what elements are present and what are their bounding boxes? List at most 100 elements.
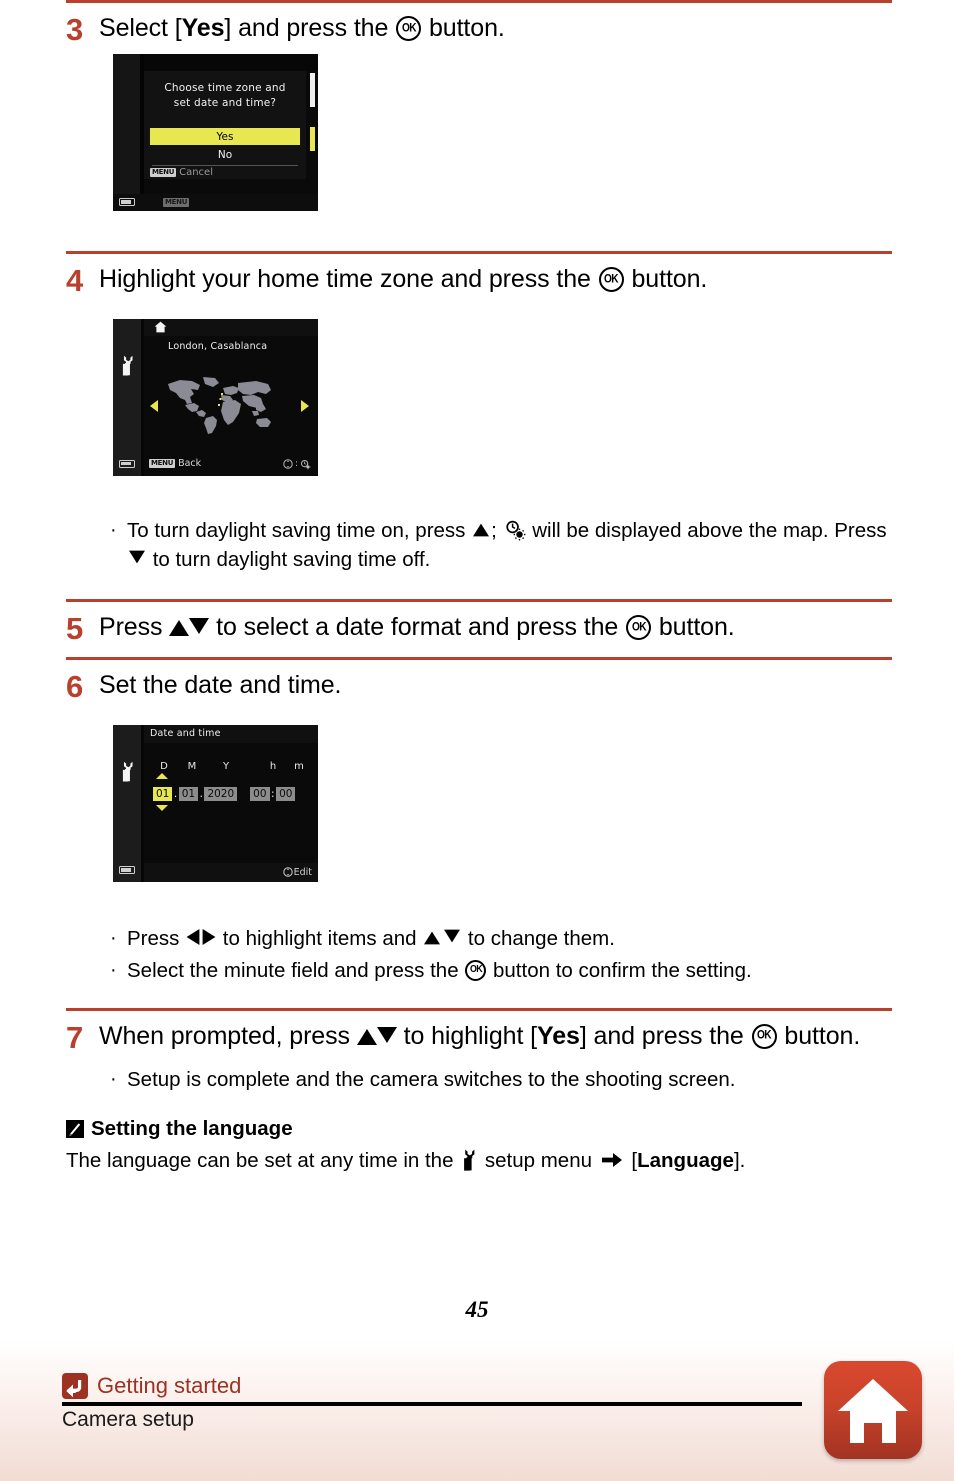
breadcrumb-rule (62, 1402, 802, 1406)
bullet-marker: · (110, 926, 117, 949)
screenshot-wrap-3: Date and time D M Y h m 01 . 01 . 2020 0… (0, 724, 954, 882)
bullet-setup-text: Setup is complete and the camera switche… (127, 1067, 736, 1091)
step-3-text-after: button. (422, 14, 505, 42)
bullet-marker: · (110, 1067, 117, 1090)
ok-button-icon (598, 267, 624, 293)
down-arrow-icon (129, 551, 145, 564)
month-field[interactable]: 01 (178, 786, 199, 802)
screen3-side-rail (113, 724, 141, 882)
screen1-scrollbar-upper[interactable] (310, 73, 315, 108)
bullet-hl-p2: to highlight items and (217, 926, 423, 950)
note-title-row: Setting the language (66, 1117, 892, 1141)
down-arrow-icon (444, 929, 461, 943)
screen3-rail-separator (141, 724, 144, 882)
timezone-prev-arrow[interactable] (150, 399, 158, 412)
ok-button-icon (465, 959, 487, 981)
screen3-column-headers: D M Y h m (153, 761, 310, 772)
step-3-text-mid: ] and press the (224, 14, 396, 42)
screenshot-wrap-2: London, Casablanca MENU Back: (0, 318, 954, 476)
battery-icon (119, 198, 135, 207)
breadcrumb[interactable]: Getting started (62, 1373, 802, 1399)
bullet-highlight-items: · Press to highlight items and to change… (110, 924, 892, 954)
bullet-minute-text: Select the minute field and press the bu… (127, 956, 892, 986)
screen2-back-hint: MENU Back (149, 458, 201, 469)
setup-menu-wrench-icon (122, 355, 133, 375)
step-7-number: 7 (66, 1019, 84, 1055)
screen1-scrollbar-thumb[interactable] (310, 127, 315, 152)
step-4: 4 Highlight your home time zone and pres… (0, 254, 954, 300)
daylight-saving-icon (301, 459, 311, 470)
bullet-dst-p3: will be displayed above the map. Press (526, 518, 887, 542)
camera-screen-date-time: Date and time D M Y h m 01 . 01 . 2020 0… (113, 724, 318, 882)
bullet-min-p2: button to confirm the setting. (487, 958, 752, 982)
step-3-number: 3 (66, 12, 84, 47)
down-arrow-icon (189, 618, 210, 635)
breadcrumb-label[interactable]: Getting started (97, 1373, 241, 1399)
step-4-text-before: Highlight your home time zone and press … (99, 265, 598, 294)
screen2-dst-hint: : (283, 459, 311, 470)
camera-screen-confirm-dialog: Choose time zone and set date and time? … (113, 54, 318, 212)
bullet-dst-text: To turn daylight saving time on, press ;… (127, 516, 892, 576)
col-year: Y (222, 760, 230, 772)
bullets-after-step-4: · To turn daylight saving time on, press… (0, 476, 954, 588)
menu-button-chip: MENU (150, 168, 177, 178)
footer-breadcrumb-block: Getting started Camera setup (62, 1373, 802, 1432)
screen3-date-time-fields: 01 . 01 . 2020 00 : 00 (153, 786, 310, 802)
world-map-graphic (168, 376, 271, 434)
screen2-hint-sep: : (294, 459, 298, 469)
bullet-dst-p4: to turn daylight saving time off. (147, 548, 431, 572)
screen1-left-column (113, 54, 140, 195)
step-5-text: Press to select a date format and press … (99, 611, 892, 644)
bullet-marker: · (110, 958, 117, 981)
decrement-arrow-icon[interactable] (156, 804, 168, 811)
bullet-minute-confirm: · Select the minute field and press the … (110, 956, 892, 986)
bullet-hl-p3: to change them. (462, 926, 615, 950)
note-title-text: Setting the language (91, 1116, 293, 1140)
screen3-edit-hint: Edit (282, 866, 312, 878)
minute-field[interactable]: 00 (276, 786, 296, 802)
ok-button-icon (396, 16, 422, 41)
right-arrow-icon (202, 928, 216, 945)
step-5-text-after: button. (652, 613, 735, 642)
ok-button-icon (626, 615, 652, 641)
back-arrow-icon[interactable] (62, 1373, 88, 1399)
up-arrow-icon (424, 931, 441, 945)
step-7-text: When prompted, press to highlight [Yes] … (99, 1020, 892, 1053)
step-7-bold: Yes (537, 1021, 580, 1050)
screen1-option-no[interactable]: No (150, 147, 300, 163)
up-arrow-icon (473, 523, 490, 536)
screen1-option-yes[interactable]: Yes (150, 128, 300, 146)
day-field[interactable]: 01 (153, 786, 173, 802)
home-icon[interactable] (824, 1361, 922, 1459)
note-body-p4: ]. (733, 1148, 746, 1172)
up-arrow-icon (169, 620, 190, 637)
step-5-text-mid: to select a date format and press the (209, 613, 626, 642)
left-arrow-icon (186, 928, 200, 945)
note-body-p1: The language can be set at any time in t… (66, 1148, 460, 1172)
page-footer: Getting started Camera setup (0, 1341, 954, 1481)
hour-field[interactable]: 00 (250, 786, 270, 802)
up-arrow-icon (356, 1028, 377, 1045)
step-3-bold: Yes (181, 14, 225, 42)
screen2-side-rail (113, 318, 141, 476)
down-arrow-icon (376, 1026, 397, 1043)
bullet-marker: · (110, 518, 117, 541)
bullet-hl-p1: Press (127, 926, 186, 950)
note-body-p3: [ (625, 1148, 638, 1172)
screen3-edit-label: Edit (293, 866, 312, 878)
screenshot-wrap-1: Choose time zone and set date and time? … (0, 54, 954, 212)
note-setting-the-language: Setting the language The language can be… (0, 1107, 954, 1176)
timezone-next-arrow[interactable] (301, 399, 309, 412)
battery-icon (119, 865, 135, 874)
year-field[interactable]: 2020 (204, 786, 238, 802)
increment-arrow-icon[interactable] (156, 772, 168, 779)
step-4-number: 4 (66, 263, 84, 299)
screen2-header (144, 318, 318, 336)
col-minute: m (294, 760, 304, 772)
setup-menu-wrench-icon (464, 1149, 475, 1171)
bullet-min-p1: Select the minute field and press the (127, 958, 465, 982)
bullets-after-step-7: · Setup is complete and the camera switc… (0, 1057, 954, 1107)
note-body: The language can be set at any time in t… (66, 1147, 892, 1176)
camera-screen-time-zone: London, Casablanca MENU Back: (113, 318, 318, 476)
pencil-note-icon (66, 1119, 84, 1138)
